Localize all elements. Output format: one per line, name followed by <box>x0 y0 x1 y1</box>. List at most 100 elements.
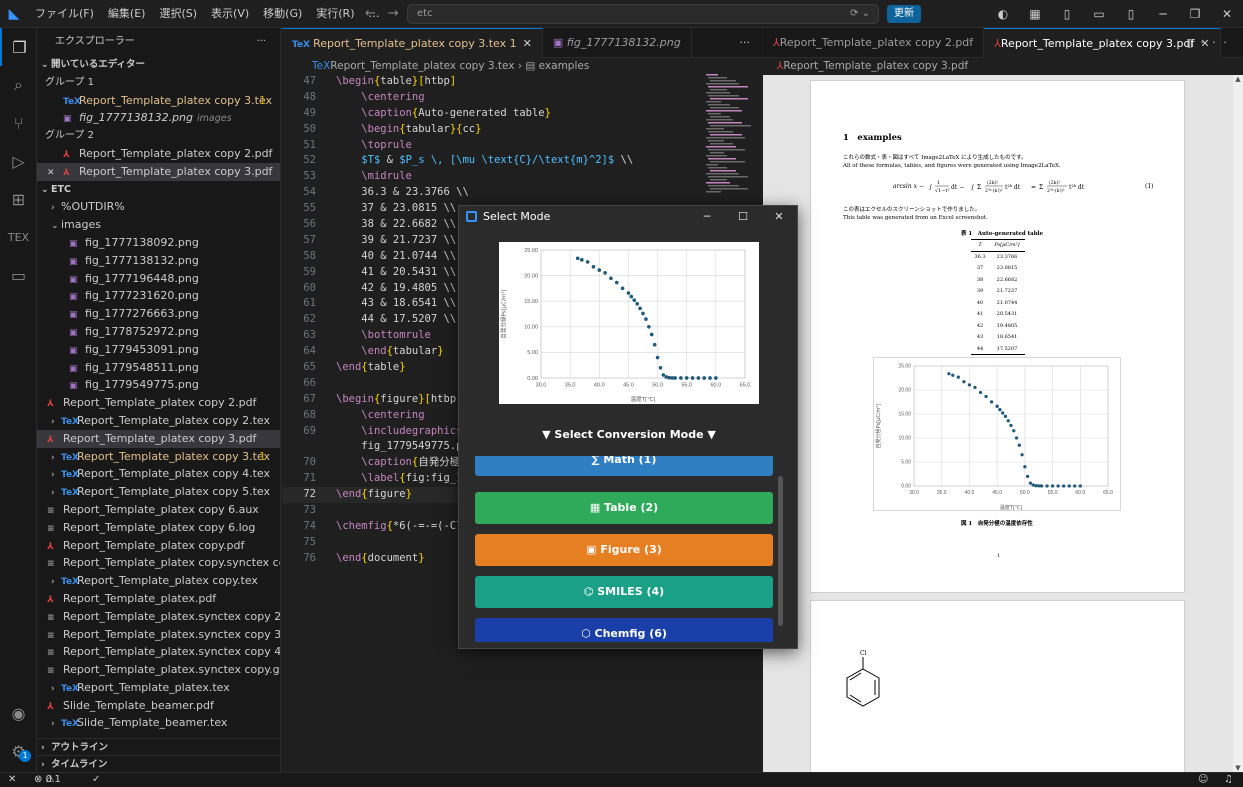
file-item[interactable]: › TeXSlide_Template_beamer.tex <box>37 714 280 732</box>
explorer-more-icon[interactable]: ··· <box>256 28 266 56</box>
file-item[interactable]: ≡ Report_Template_platex copy 6.aux <box>37 501 280 519</box>
scroll-down-icon[interactable]: ▼ <box>1233 764 1243 772</box>
minimize-icon[interactable]: ─ <box>689 206 725 228</box>
outline-section[interactable]: › アウトライン <box>37 738 280 756</box>
code-line[interactable]: 53 \midrule <box>282 169 702 185</box>
code-line[interactable]: 47 \begin{table}[htbp] <box>282 74 702 90</box>
code-line[interactable]: 50 \begin{tabular}{cc} <box>282 122 702 138</box>
maximize-icon[interactable]: ☐ <box>725 206 761 228</box>
accounts-icon[interactable]: ◐ <box>987 0 1019 28</box>
file-item[interactable]: ≡ Report_Template_platex.synctex copy.gz <box>37 661 280 679</box>
image-file-item[interactable]: ▣ fig_1779549775.png <box>37 376 280 394</box>
file-item[interactable]: ⅄ Slide_Template_beamer.pdf <box>37 697 280 715</box>
image-file-item[interactable]: ▣ fig_1777196448.png <box>37 270 280 288</box>
code-line[interactable]: 52 $T$ & $P_s \, [\mu \text{C}/\text{m}^… <box>282 153 702 169</box>
tabs-more-icon[interactable]: ··· <box>740 28 751 58</box>
tex-icon[interactable]: TEX <box>0 218 37 256</box>
layout-icon[interactable]: ▦ <box>1019 0 1051 28</box>
toggle-secondary-sidebar-icon[interactable]: ▯ <box>1115 0 1147 28</box>
math-mode-button[interactable]: ∑ Math (1) <box>475 456 773 476</box>
back-arrow-icon[interactable]: ← <box>365 6 376 21</box>
explorer-icon[interactable]: ❐ <box>0 28 37 66</box>
image-file-item[interactable]: ▣ fig_1777231620.png <box>37 287 280 305</box>
tab-pdf-3[interactable]: ⅄Report_Template_platex copy 3.pdf ✕ <box>984 28 1221 58</box>
dialog-scrollbar[interactable] <box>778 476 783 626</box>
chemfig-mode-button[interactable]: ⬡ Chemfig (6) <box>475 618 773 642</box>
command-center-search[interactable]: etc ⟳ ⌄ <box>407 4 879 24</box>
breadcrumb-file[interactable]: Report_Template_platex copy 3.tex <box>330 60 514 72</box>
code-line[interactable]: 48 \centering <box>282 90 702 106</box>
forward-arrow-icon[interactable]: → <box>388 6 399 21</box>
copilot-status-icon[interactable]: ☺ <box>1198 773 1208 787</box>
group1-label[interactable]: グループ 1 <box>37 74 280 92</box>
file-item[interactable]: ⅄ Report_Template_platex.pdf <box>37 590 280 608</box>
tab-tex[interactable]: TeX Report_Template_platex copy 3.tex 1 ✕ <box>282 28 543 58</box>
open-editors-section[interactable]: ⌄ 開いているエディター <box>37 56 280 74</box>
close-icon[interactable]: ✕ <box>761 206 797 228</box>
pdf-viewer[interactable]: 1 examples これらの数式・表・図はすべて Image2LaTeX によ… <box>763 75 1233 772</box>
file-item[interactable]: › TeXReport_Template_platex copy 2.tex <box>37 412 280 430</box>
file-item[interactable]: › TeXReport_Template_platex copy 3.tex 1 <box>37 448 280 466</box>
source-control-icon[interactable]: ⑂ <box>0 104 37 142</box>
split-editor-icon[interactable]: ▯··· <box>1186 28 1235 58</box>
copilot-icon[interactable]: ⟳ ⌄ <box>850 5 870 23</box>
open-editor-item[interactable]: TeXReport_Template_platex copy 3.tex 1 <box>37 92 280 110</box>
restore-icon[interactable]: ❐ <box>1179 0 1211 28</box>
update-button[interactable]: 更新 <box>887 5 921 23</box>
menu-selection[interactable]: 選択(S) <box>152 0 204 28</box>
folder-item[interactable]: ⌄ images <box>37 216 280 234</box>
scroll-up-icon[interactable]: ▲ <box>1233 75 1243 83</box>
close-tab-icon[interactable]: ✕ <box>523 37 532 50</box>
file-item[interactable]: ⅄ Report_Template_platex copy.pdf <box>37 537 280 555</box>
smiles-mode-button[interactable]: ⌬ SMILES (4) <box>475 576 773 608</box>
tab-png[interactable]: ▣ fig_1777138132.png <box>543 28 692 58</box>
menu-run[interactable]: 実行(R) <box>309 0 361 28</box>
folder-icon[interactable]: ▭ <box>0 256 37 294</box>
file-item[interactable]: › TeXReport_Template_platex copy.tex <box>37 572 280 590</box>
file-item[interactable]: ⅄ Report_Template_platex copy 2.pdf <box>37 394 280 412</box>
image-file-item[interactable]: ▣ fig_1778752972.png <box>37 323 280 341</box>
notifications-icon[interactable]: ♫ <box>1224 773 1233 787</box>
code-line[interactable]: 49 \caption{Auto-generated table} <box>282 106 702 122</box>
menu-view[interactable]: 表示(V) <box>204 0 256 28</box>
close-icon[interactable]: ✕ <box>1211 0 1243 28</box>
account-icon[interactable]: ◉ <box>0 694 37 732</box>
menu-edit[interactable]: 編集(E) <box>101 0 153 28</box>
folder-item[interactable]: › %OUTDIR% <box>37 198 280 216</box>
open-editor-item[interactable]: ▣ fig_1777138132.png images <box>37 109 280 127</box>
open-editor-item[interactable]: ✕ ⅄ Report_Template_platex copy 3.pdf <box>37 162 280 181</box>
image-file-item[interactable]: ▣ fig_1777138092.png <box>37 234 280 252</box>
toggle-sidebar-icon[interactable]: ▯ <box>1051 0 1083 28</box>
code-line[interactable]: 51 \toprule <box>282 138 702 154</box>
file-item[interactable]: › TeXReport_Template_platex copy 4.tex <box>37 465 280 483</box>
open-editor-item[interactable]: ⅄ Report_Template_platex copy 2.pdf <box>37 145 280 163</box>
tab-pdf-2[interactable]: ⅄Report_Template_platex copy 2.pdf <box>763 28 985 58</box>
file-item[interactable]: ≡ Report_Template_platex copy 6.log <box>37 519 280 537</box>
figure-mode-button[interactable]: ▣ Figure (3) <box>475 534 773 566</box>
file-item[interactable]: ≡ Report_Template_platex.synctex copy 4.g… <box>37 643 280 661</box>
extensions-icon[interactable]: ⊞ <box>0 180 37 218</box>
minimap[interactable] <box>704 74 754 194</box>
file-item[interactable]: ≡Report_Template_platex copy.synctex cop… <box>37 554 280 572</box>
check-icon[interactable]: ✓ <box>92 773 100 787</box>
breadcrumb-symbol[interactable]: examples <box>539 60 590 72</box>
image-file-item[interactable]: ▣ fig_1777276663.png <box>37 305 280 323</box>
search-icon[interactable]: ⌕ <box>0 66 37 104</box>
image-file-item[interactable]: ▣ fig_1779453091.png <box>37 341 280 359</box>
minimize-icon[interactable]: ─ <box>1147 0 1179 28</box>
group2-label[interactable]: グループ 2 <box>37 127 280 145</box>
menu-file[interactable]: ファイル(F) <box>28 0 101 28</box>
timeline-section[interactable]: › タイムライン <box>37 755 280 772</box>
file-item[interactable]: › TeXReport_Template_platex copy 5.tex <box>37 483 280 501</box>
pdf-vertical-scrollbar[interactable]: ▲ ▼ <box>1233 75 1243 772</box>
menu-go[interactable]: 移動(G) <box>256 0 309 28</box>
remote-icon[interactable]: ✕ <box>8 773 16 787</box>
etc-folder-section[interactable]: ⌄ ETC <box>37 181 280 199</box>
file-item[interactable]: ≡ Report_Template_platex.synctex copy 2.g… <box>37 608 280 626</box>
problems-indicator[interactable]: ⊗ 0 ⚠ 1 <box>34 773 61 787</box>
code-line[interactable]: 54 36.3 & 23.3766 \\ <box>282 185 702 201</box>
run-debug-icon[interactable]: ▷ <box>0 142 37 180</box>
preview-breadcrumb-file[interactable]: Report_Template_platex copy 3.pdf <box>783 60 968 72</box>
image-file-item[interactable]: ▣ fig_1779548511.png <box>37 359 280 377</box>
file-item[interactable]: › TeXReport_Template_platex.tex <box>37 679 280 697</box>
